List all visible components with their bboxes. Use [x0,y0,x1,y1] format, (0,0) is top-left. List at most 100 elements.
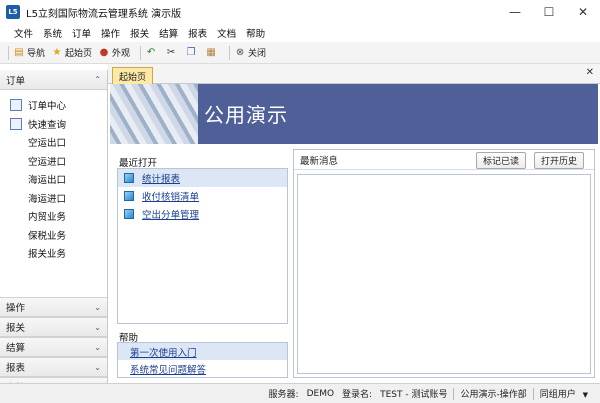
copy-button[interactable]: ❐ [185,47,199,59]
sidebar-item-label: 快速查询 [28,119,67,131]
sidebar-group-label: 报表 [6,363,26,374]
app-logo-icon: L5 [6,5,20,19]
news-label: 最新消息 [300,155,339,167]
star-icon: ★ [52,47,62,58]
paste-button[interactable]: ▦ [205,47,219,59]
building-image [110,84,198,144]
mark-read-button[interactable]: 标记已读 [476,152,527,169]
sidebar-item-label: 订单中心 [28,101,67,113]
sidebar-group-label: 报关 [6,323,26,334]
sidebar-item-order-center[interactable]: 订单中心 [0,96,107,115]
sidebar-item-bonded[interactable]: 保税业务 [0,226,107,245]
menu-bar: 文件 系统 订单 操作 报关 结算 报表 文档 帮助 [0,24,600,42]
help-item-link[interactable]: 系统常见问题解答 [130,362,206,376]
nav-button-label: 导航 [27,49,46,59]
home-page-button[interactable]: ★ 起始页 [51,46,93,59]
cut-button[interactable]: ✂ [165,47,179,59]
recent-item[interactable]: 统计报表 [118,169,287,187]
menu-file[interactable]: 文件 [14,26,33,40]
minimize-button[interactable]: — [498,0,532,24]
sidebar-group-label: 订单 [6,75,26,87]
maximize-button[interactable]: ☐ [532,0,566,24]
sidebar-item-air-import[interactable]: 空运进口 [0,152,107,171]
banner-title: 公用演示 [204,103,288,127]
chevron-up-icon: ⌃ [94,75,101,84]
server-value: DEMO [306,388,335,399]
recent-item[interactable]: 收付核销清单 [118,187,287,205]
close-window-button[interactable]: ✕ [566,0,600,24]
paste-icon: ▦ [206,47,216,58]
nav-button[interactable]: ▤ 导航 [13,46,45,59]
sidebar-item-sea-export[interactable]: 海运出口 [0,170,107,189]
menu-customs[interactable]: 报关 [130,26,149,40]
sidebar-group-settlement[interactable]: 结算 ⌄ [0,337,107,357]
close-circle-icon: ⊗ [235,47,245,58]
chevron-down-icon: ⌄ [94,322,101,332]
menu-operation[interactable]: 操作 [101,26,120,40]
sidebar-item-sea-import[interactable]: 海运进口 [0,189,107,208]
cube-icon [124,191,134,201]
toolbar: ▤ 导航 ★ 起始页 ● 外观 ↶ ✂ ❐ ▦ ⊗ 关闭 [0,42,600,64]
open-history-button[interactable]: 打开历史 [534,152,585,169]
navigation-icon: ▤ [14,47,24,58]
news-list [297,174,591,374]
help-item[interactable]: 第一次使用入门 [118,343,287,360]
menu-document[interactable]: 文档 [217,26,236,40]
copy-icon: ❐ [186,47,196,58]
sidebar-group-customs[interactable]: 报关 ⌄ [0,317,107,337]
order-list: 订单中心 快速查询 空运出口 空运进口 海运出口 海运进口 内贸业务 保税业务 … [0,90,107,297]
menu-report[interactable]: 报表 [188,26,207,40]
dropdown-arrow-icon: ▼ [582,391,588,399]
menu-order[interactable]: 订单 [72,26,91,40]
sidebar-item-customs[interactable]: 报关业务 [0,244,107,263]
tab-strip: 起始页 ✕ [108,64,600,84]
help-panel: 第一次使用入门 系统常见问题解答 [117,342,288,378]
menu-system[interactable]: 系统 [43,26,62,40]
status-separator [532,387,534,400]
close-page-button-label: 关闭 [248,49,267,59]
sidebar-item-quick-search[interactable]: 快速查询 [0,115,107,134]
home-page-button-label: 起始页 [65,49,93,59]
menu-help[interactable]: 帮助 [246,26,265,40]
login-label: 登录名: [342,390,373,400]
sidebar-group-operation[interactable]: 操作 ⌄ [0,297,107,317]
skin-button[interactable]: ● 外观 [98,46,130,59]
cube-icon [124,173,134,183]
palette-icon: ● [99,47,109,58]
recent-item-link[interactable]: 空出分单管理 [142,207,199,221]
recent-item[interactable]: 空出分单管理 [118,205,287,223]
help-item[interactable]: 系统常见问题解答 [118,360,287,377]
status-bar: 服务器: DEMO 登录名: TEST - 测试账号 公用演示-操作部 同组用户… [0,383,600,403]
sidebar-group-report[interactable]: 报表 ⌄ [0,357,107,377]
online-users[interactable]: 同组用户 ▼ [536,387,592,400]
skin-button-label: 外观 [112,49,131,59]
undo-button[interactable]: ↶ [145,47,159,59]
toolbar-separator [140,45,142,60]
sidebar-group-label: 操作 [6,303,26,314]
sidebar-group-order[interactable]: 订单 ⌃ [0,70,107,90]
department-value: 公用演示-操作部 [460,390,527,400]
close-page-button[interactable]: ⊗ 关闭 [234,46,266,59]
sidebar-item-domestic[interactable]: 内贸业务 [0,207,107,226]
cube-icon [124,209,134,219]
search-icon [10,117,22,130]
scissors-icon: ✂ [166,47,176,58]
recent-item-link[interactable]: 统计报表 [142,171,180,185]
recent-item-link[interactable]: 收付核销清单 [142,189,199,203]
recent-panel: 统计报表 收付核销清单 空出分单管理 [117,168,288,324]
help-item-link[interactable]: 第一次使用入门 [130,345,197,359]
sidebar: 订单 ⌃ 订单中心 快速查询 空运出口 空运进口 海运出口 海运进口 内贸业务 … [0,70,108,403]
document-icon [10,99,22,112]
close-icon[interactable]: ✕ [586,67,594,78]
chevron-down-icon: ⌄ [94,342,101,352]
undo-icon: ↶ [146,47,156,58]
window-title: L5立刻国际物流云管理系统 演示版 [26,8,182,20]
menu-settlement[interactable]: 结算 [159,26,178,40]
recent-label: 最近打开 [119,158,158,169]
login-value: TEST - 测试账号 [380,390,448,400]
status-separator [453,387,455,400]
news-panel: 最新消息 标记已读 打开历史 [293,149,595,378]
sidebar-item-air-export[interactable]: 空运出口 [0,133,107,152]
tab-home[interactable]: 起始页 [112,67,154,84]
sidebar-group-label: 结算 [6,343,26,354]
